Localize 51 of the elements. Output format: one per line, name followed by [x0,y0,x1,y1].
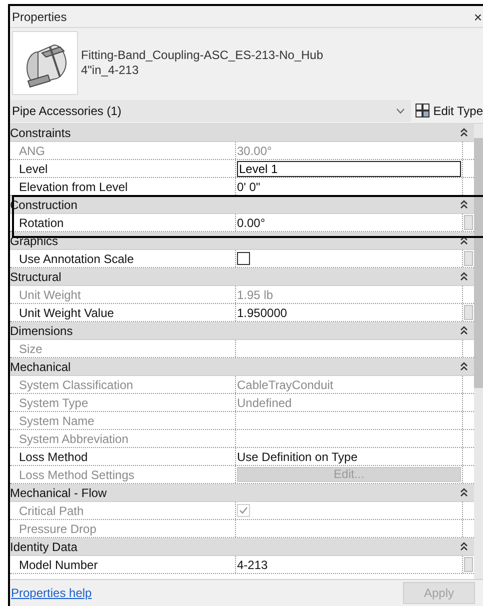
panel-title: Properties [12,8,67,26]
property-label: Elevation from Level [19,178,128,196]
property-value: Use Definition on Type [237,448,358,466]
family-name: Fitting-Band_Coupling-ASC_ES-213-No_Hub [81,48,324,63]
property-label: Critical Path [19,502,84,520]
property-value: 1.950000 [237,304,288,322]
property-value: CableTrayConduit [237,376,334,394]
properties-help-link[interactable]: Properties help [11,584,92,602]
property-label: Unit Weight Value [19,304,114,322]
property-label: Level [19,160,48,178]
property-label: Unit Weight [19,286,81,304]
property-label: Size [19,340,42,358]
collapse-icon[interactable] [460,542,468,551]
group-header[interactable]: Structural [10,268,62,286]
collapse-icon[interactable] [460,488,468,497]
collapse-icon[interactable] [460,128,468,137]
collapse-icon[interactable] [460,236,468,245]
property-label: ANG [19,142,46,160]
property-value: 4-213 [237,556,268,574]
property-label: System Type [19,394,88,412]
checkbox[interactable] [237,252,250,265]
category-dropdown[interactable]: Pipe Accessories (1) [10,100,412,122]
scrollbar[interactable] [474,124,483,579]
property-label: System Abbreviation [19,430,128,448]
value-field[interactable]: Level 1 [237,160,461,176]
property-value: 0.00° [237,214,266,232]
property-value: 0' 0" [237,178,260,196]
chevron-down-icon [396,108,406,114]
group-header[interactable]: Dimensions [10,322,73,340]
property-label: Pressure Drop [19,520,96,538]
property-label: Model Number [19,556,98,574]
collapse-icon[interactable] [460,200,468,209]
property-value: 30.00° [237,142,272,160]
property-label: Loss Method [19,448,88,466]
type-name: 4"in_4-213 [81,63,140,78]
collapse-icon[interactable] [460,272,468,281]
property-label: System Classification [19,376,134,394]
property-label: Use Annotation Scale [19,250,134,268]
table-icon [415,103,430,118]
edit-type-button[interactable]: Edit Type [415,102,483,120]
group-header[interactable]: Identity Data [10,538,78,556]
property-label: System Name [19,412,94,430]
property-label: Rotation [19,214,64,232]
group-header[interactable]: Constraints [10,124,71,142]
collapse-icon[interactable] [460,326,468,335]
property-value: Undefined [237,394,292,412]
property-value: 1.95 lb [237,286,274,304]
group-header[interactable]: Mechanical [10,358,71,376]
property-label: Loss Method Settings [19,466,134,484]
collapse-icon[interactable] [460,362,468,371]
close-button[interactable]: × [474,10,482,24]
